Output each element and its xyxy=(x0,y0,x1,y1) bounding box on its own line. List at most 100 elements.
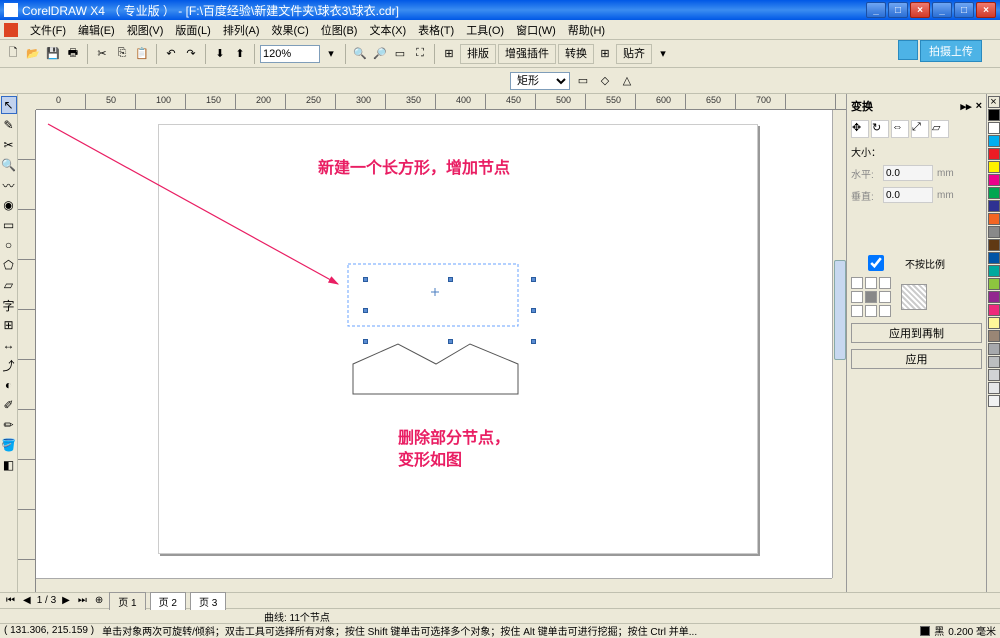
snap-icon[interactable]: ⊞ xyxy=(440,45,458,63)
page-tab-1[interactable]: 页 1 xyxy=(109,592,145,610)
color-swatch[interactable] xyxy=(988,356,1000,368)
color-swatch[interactable] xyxy=(988,213,1000,225)
canvas-area[interactable]: 0 50 100 150 200 250 300 350 400 450 500… xyxy=(18,94,846,592)
scrollbar-thumb[interactable] xyxy=(834,260,846,360)
print-icon[interactable]: 🖶 xyxy=(64,45,82,63)
keep-ratio-checkbox[interactable] xyxy=(851,255,901,271)
menu-arrange[interactable]: 排列(A) xyxy=(217,20,266,40)
export-icon[interactable]: ⬆ xyxy=(231,45,249,63)
paste-icon[interactable]: 📋 xyxy=(133,45,151,63)
crop-tool-icon[interactable]: ✂ xyxy=(1,136,17,154)
color-swatch[interactable] xyxy=(988,161,1000,173)
menu-help[interactable]: 帮助(H) xyxy=(562,20,611,40)
page-tab-2[interactable]: 页 2 xyxy=(150,592,186,610)
new-icon[interactable]: 🗋 xyxy=(4,45,22,63)
text-tool-icon[interactable]: 字 xyxy=(1,296,17,314)
menu-table[interactable]: 表格(T) xyxy=(412,20,460,40)
doc-close-button[interactable]: × xyxy=(976,2,996,18)
maximize-button[interactable]: □ xyxy=(888,2,908,18)
menu-bitmap[interactable]: 位图(B) xyxy=(315,20,364,40)
outline-color-swatch[interactable] xyxy=(920,626,930,636)
color-swatch[interactable] xyxy=(988,291,1000,303)
zoom-out-icon[interactable]: 🔎 xyxy=(371,45,389,63)
table-tool-icon[interactable]: ⊞ xyxy=(1,316,17,334)
eyedropper-tool-icon[interactable]: ✐ xyxy=(1,396,17,414)
open-icon[interactable]: 📂 xyxy=(24,45,42,63)
color-swatch[interactable] xyxy=(988,265,1000,277)
prev-page-icon[interactable]: ◀ xyxy=(21,595,33,606)
selection-handle[interactable] xyxy=(363,308,368,313)
plugin-button[interactable]: 增强插件 xyxy=(498,44,556,64)
zoom-dropdown-icon[interactable]: ▾ xyxy=(322,45,340,63)
scrollbar-vertical[interactable] xyxy=(832,110,846,578)
selection-handle[interactable] xyxy=(531,339,536,344)
color-swatch[interactable] xyxy=(988,317,1000,329)
last-page-icon[interactable]: ⏭ xyxy=(76,595,89,606)
connector-tool-icon[interactable]: ⤴ xyxy=(1,356,17,374)
selection-handle[interactable] xyxy=(448,277,453,282)
ellipse-tool-icon[interactable]: ○ xyxy=(1,236,17,254)
pick-tool-icon[interactable]: ↖ xyxy=(1,96,17,114)
shape-select[interactable]: 矩形 xyxy=(510,72,570,90)
color-swatch[interactable] xyxy=(988,278,1000,290)
menu-window[interactable]: 窗口(W) xyxy=(510,20,562,40)
import-icon[interactable]: ⬇ xyxy=(211,45,229,63)
dimension-tool-icon[interactable]: ↔ xyxy=(1,336,17,354)
mirror-icon[interactable]: ⇔ xyxy=(891,120,909,138)
docker-close-icon[interactable]: × xyxy=(976,100,982,113)
color-swatch[interactable] xyxy=(988,200,1000,212)
docker-menu-icon[interactable]: ▸▸ xyxy=(961,100,972,113)
interactive-fill-icon[interactable]: ◧ xyxy=(1,456,17,474)
prop-icon-1[interactable]: ▭ xyxy=(574,72,592,90)
zoom-input[interactable] xyxy=(260,45,320,63)
shape-tool-icon[interactable]: ✎ xyxy=(1,116,17,134)
selection-handle[interactable] xyxy=(531,308,536,313)
page-tab-3[interactable]: 页 3 xyxy=(190,592,226,610)
camera-icon[interactable] xyxy=(898,40,918,60)
color-swatch[interactable] xyxy=(988,109,1000,121)
basic-shape-icon[interactable]: ▱ xyxy=(1,276,17,294)
rotate-icon[interactable]: ↻ xyxy=(871,120,889,138)
skew-icon[interactable]: ▱ xyxy=(931,120,949,138)
outline-tool-icon[interactable]: ✏ xyxy=(1,416,17,434)
color-swatch[interactable] xyxy=(988,135,1000,147)
menu-view[interactable]: 视图(V) xyxy=(121,20,170,40)
position-icon[interactable]: ✥ xyxy=(851,120,869,138)
color-swatch[interactable] xyxy=(988,239,1000,251)
doc-minimize-button[interactable]: _ xyxy=(932,2,952,18)
prop-icon-3[interactable]: △ xyxy=(618,72,636,90)
copy-icon[interactable]: ⎘ xyxy=(113,45,131,63)
blend-tool-icon[interactable]: ◐ xyxy=(1,376,17,394)
menu-text[interactable]: 文本(X) xyxy=(363,20,412,40)
color-swatch[interactable] xyxy=(988,343,1000,355)
snap-dropdown-icon[interactable]: ▾ xyxy=(654,45,672,63)
smart-fill-icon[interactable]: ◉ xyxy=(1,196,17,214)
next-page-icon[interactable]: ▶ xyxy=(60,595,72,606)
vertical-input[interactable] xyxy=(883,187,933,203)
scrollbar-horizontal[interactable] xyxy=(36,578,832,592)
color-swatch[interactable] xyxy=(988,369,1000,381)
selection-handle[interactable] xyxy=(448,339,453,344)
zoom-in-icon[interactable]: 🔍 xyxy=(351,45,369,63)
size-icon[interactable]: ⤢ xyxy=(911,120,929,138)
color-swatch[interactable] xyxy=(988,382,1000,394)
convert-button[interactable]: 转换 xyxy=(558,44,594,64)
menu-edit[interactable]: 编辑(E) xyxy=(72,20,121,40)
cut-icon[interactable]: ✂ xyxy=(93,45,111,63)
color-swatch[interactable] xyxy=(988,148,1000,160)
zoom-page-icon[interactable]: ▭ xyxy=(391,45,409,63)
horizontal-input[interactable] xyxy=(883,165,933,181)
grid-icon[interactable]: ⊞ xyxy=(596,45,614,63)
selection-handle[interactable] xyxy=(531,277,536,282)
color-swatch[interactable] xyxy=(988,252,1000,264)
color-swatch[interactable] xyxy=(988,395,1000,407)
selection-handle[interactable] xyxy=(363,277,368,282)
apply-duplicate-button[interactable]: 应用到再制 xyxy=(851,323,982,343)
color-swatch[interactable] xyxy=(988,330,1000,342)
first-page-icon[interactable]: ⏮ xyxy=(4,595,17,606)
prop-icon-2[interactable]: ◇ xyxy=(596,72,614,90)
polygon-tool-icon[interactable]: ⬠ xyxy=(1,256,17,274)
capture-upload-button[interactable]: 拍摄上传 xyxy=(920,40,982,62)
doc-maximize-button[interactable]: □ xyxy=(954,2,974,18)
minimize-button[interactable]: _ xyxy=(866,2,886,18)
